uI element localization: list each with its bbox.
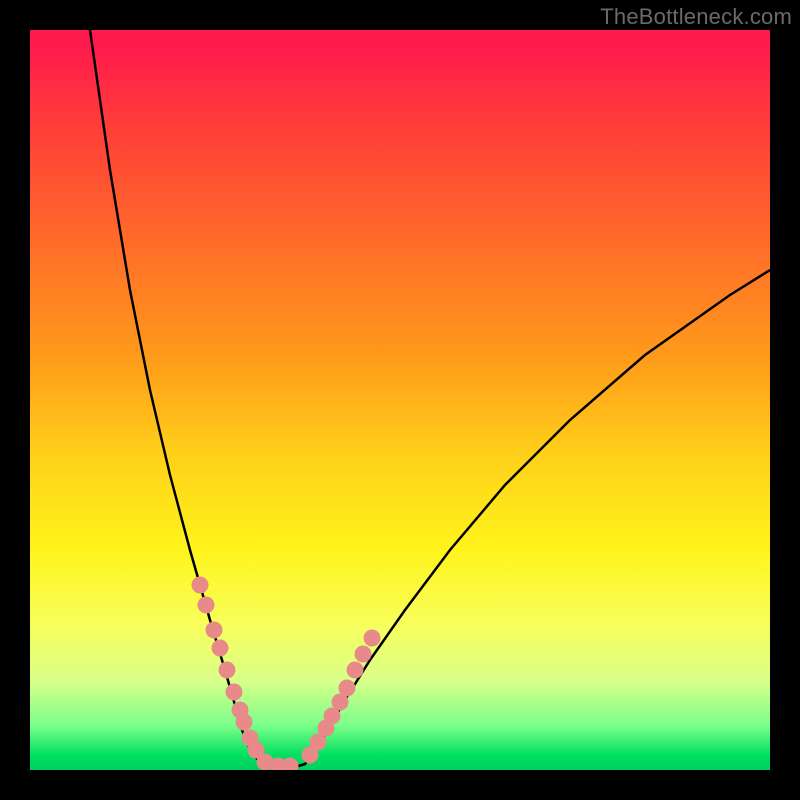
chart-svg — [30, 30, 770, 770]
bottleneck-curve — [90, 30, 770, 768]
data-marker — [226, 684, 243, 701]
data-marker — [236, 714, 253, 731]
data-marker — [347, 662, 364, 679]
data-marker — [192, 577, 209, 594]
watermark-text: TheBottleneck.com — [600, 4, 792, 30]
stage: TheBottleneck.com — [0, 0, 800, 800]
data-marker — [212, 640, 229, 657]
data-marker — [206, 622, 223, 639]
data-marker — [339, 680, 356, 697]
data-marker — [198, 597, 215, 614]
data-marker — [219, 662, 236, 679]
plot-area — [30, 30, 770, 770]
data-marker — [282, 758, 299, 771]
data-marker — [355, 646, 372, 663]
data-marker — [364, 630, 381, 647]
marker-group — [192, 577, 381, 771]
